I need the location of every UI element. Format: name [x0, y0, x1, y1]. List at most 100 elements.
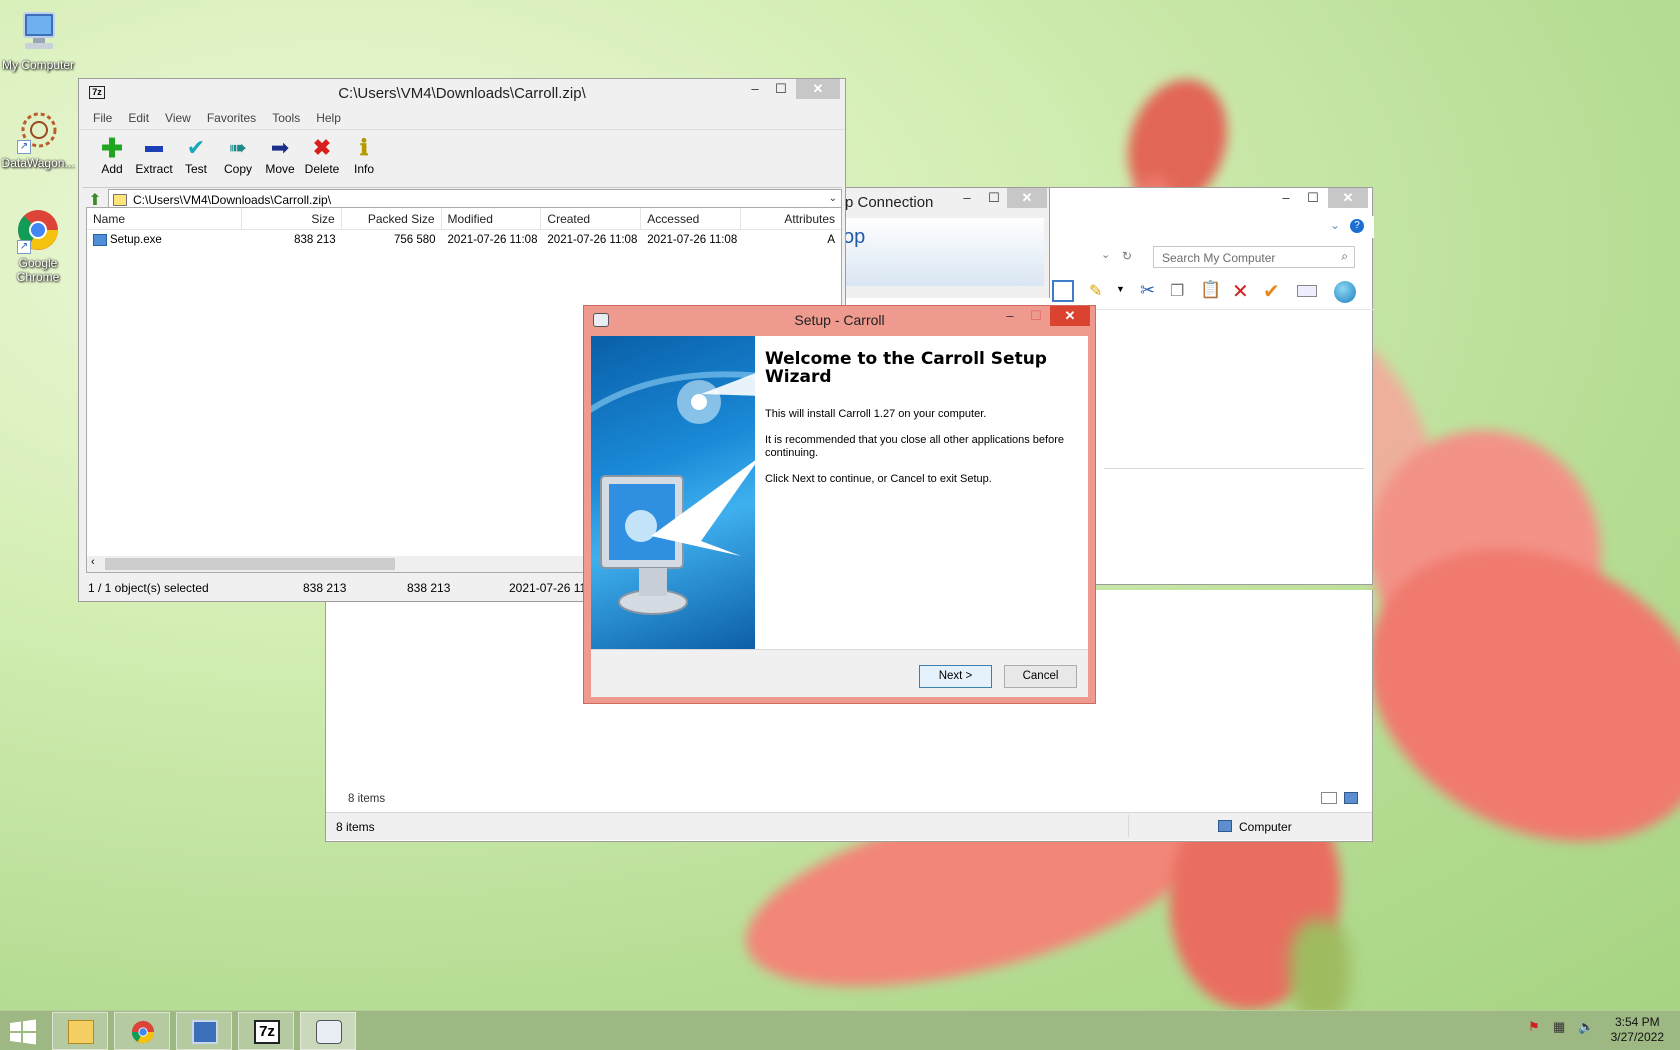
datawagon-icon: ↗ — [15, 108, 61, 154]
column-attributes[interactable]: Attributes — [741, 208, 841, 229]
refresh-icon[interactable]: ↻ — [1122, 249, 1132, 263]
test-button[interactable]: ✔ Test — [175, 130, 217, 187]
column-modified[interactable]: Modified — [442, 208, 542, 229]
menu-favorites[interactable]: Favorites — [207, 111, 256, 125]
extract-button[interactable]: Extract — [133, 130, 175, 187]
menu-edit[interactable]: Edit — [128, 111, 149, 125]
volume-icon[interactable]: 🔈 — [1578, 1019, 1594, 1035]
cut-icon[interactable]: ✂ — [1140, 280, 1155, 301]
chevron-down-icon[interactable]: ⌄ — [829, 193, 837, 204]
checkmark-icon[interactable]: ✔ — [1263, 279, 1280, 304]
wallpaper-stem — [1290, 920, 1350, 1010]
menu-file[interactable]: File — [93, 111, 112, 125]
chevron-down-icon[interactable]: ⌄ — [1330, 218, 1340, 232]
button-label: Extract — [135, 162, 173, 176]
remote-desktop-icon — [192, 1020, 218, 1044]
search-icon[interactable]: ⌕ — [1341, 249, 1348, 264]
taskbar-7zip[interactable]: 7z — [238, 1012, 294, 1050]
taskbar-setup[interactable] — [300, 1012, 356, 1050]
info-button[interactable]: ℹ Info — [343, 130, 385, 187]
close-button[interactable]: ✕ — [796, 79, 840, 99]
move-button[interactable]: ➡ Move — [259, 130, 301, 187]
close-button[interactable]: ✕ — [1328, 188, 1368, 208]
maximize-button[interactable]: ☐ — [1300, 188, 1326, 208]
computer-icon — [1218, 820, 1232, 832]
view-pane-icon[interactable] — [1052, 280, 1074, 302]
search-input[interactable]: Search My Computer ⌕ — [1153, 246, 1355, 268]
desktop-icon-my-computer[interactable]: My Computer — [0, 10, 76, 72]
add-button[interactable]: ✚ Add — [91, 130, 133, 187]
button-label: Copy — [223, 162, 252, 176]
windows-logo-icon — [10, 1019, 36, 1045]
menu-help[interactable]: Help — [316, 111, 341, 125]
minimize-button[interactable]: – — [1273, 188, 1299, 208]
desktop-icon-datawagon[interactable]: ↗ DataWagon... — [0, 108, 76, 170]
menu-view[interactable]: View — [165, 111, 191, 125]
details-view-icon[interactable] — [1321, 792, 1337, 804]
taskbar-chrome[interactable] — [114, 1012, 170, 1050]
taskbar: 7z ⚑ ▦ 🔈 3:54 PM 3/27/2022 — [0, 1010, 1680, 1050]
explorer-statusbar: 8 items Computer — [326, 812, 1372, 840]
chevron-down-icon[interactable]: ⌄ — [1101, 248, 1110, 261]
copy-icon[interactable]: ❐ — [1170, 281, 1184, 301]
close-button[interactable]: ✕ — [1007, 188, 1047, 208]
large-icons-view-icon[interactable] — [1344, 792, 1358, 804]
clock-time: 3:54 PM — [1614, 1015, 1660, 1029]
properties-icon[interactable]: ✎ — [1089, 281, 1102, 301]
scroll-thumb[interactable] — [105, 558, 395, 570]
menu-tools[interactable]: Tools — [272, 111, 300, 125]
delete-icon[interactable]: ✕ — [1232, 279, 1249, 304]
minimize-button[interactable]: – — [997, 306, 1023, 326]
list-header: Name Size Packed Size Modified Created A… — [87, 208, 841, 230]
start-button[interactable] — [8, 1019, 38, 1045]
rename-icon[interactable] — [1297, 285, 1317, 297]
wizard-text: It is recommended that you close all oth… — [765, 434, 1064, 459]
setup-wizard-window: Setup - Carroll – ☐ ✕ Welcome to the Car… — [583, 305, 1096, 704]
minimize-button[interactable]: – — [742, 79, 768, 99]
address-text: C:\Users\VM4\Downloads\Carroll.zip\ — [133, 192, 332, 207]
maximize-button[interactable]: ☐ — [1023, 306, 1049, 326]
maximize-button[interactable]: ☐ — [981, 188, 1007, 208]
table-row[interactable]: Setup.exe 838 213 756 580 2021-07-26 11:… — [87, 230, 841, 250]
column-name[interactable]: Name — [87, 208, 242, 229]
cell-size: 838 213 — [294, 234, 336, 246]
desktop: My Computer ↗ DataWagon... ↗ Google Chro… — [0, 0, 1680, 1010]
paste-icon[interactable]: 📋 — [1200, 280, 1221, 300]
column-created[interactable]: Created — [541, 208, 642, 229]
close-button[interactable]: ✕ — [1050, 306, 1090, 326]
cancel-button[interactable]: Cancel — [1004, 665, 1077, 688]
status-items: 8 items — [336, 820, 375, 834]
check-icon: ✔ — [186, 135, 206, 160]
taskbar-remote-desktop[interactable] — [176, 1012, 232, 1050]
delete-button[interactable]: ✖ Delete — [301, 130, 343, 187]
chevron-down-icon[interactable]: ▼ — [1116, 284, 1125, 294]
globe-icon[interactable] — [1334, 281, 1356, 303]
cell-accessed: 2021-07-26 11:08 — [647, 234, 738, 246]
next-button[interactable]: Next > — [919, 665, 992, 688]
column-size[interactable]: Size — [242, 208, 342, 229]
computer-icon — [15, 10, 61, 56]
minimize-button[interactable]: – — [954, 188, 980, 208]
archive-icon — [113, 193, 127, 206]
shortcut-arrow-icon: ↗ — [17, 140, 31, 154]
divider — [1128, 815, 1129, 837]
desktop-icon-google-chrome[interactable]: ↗ Google Chrome — [0, 208, 76, 284]
window-title: C:\Users\VM4\Downloads\Carroll.zip\ — [338, 85, 586, 102]
maximize-button[interactable]: ☐ — [768, 79, 794, 99]
button-label: Move — [265, 162, 295, 176]
wizard-text: Click Next to continue, or Cancel to exi… — [765, 473, 992, 485]
copy-button[interactable]: ➠ Copy — [217, 130, 259, 187]
column-accessed[interactable]: Accessed — [641, 208, 742, 229]
clock[interactable]: 3:54 PM 3/27/2022 — [1611, 1015, 1664, 1045]
banner-text: op — [843, 226, 866, 248]
network-icon[interactable]: ▦ — [1553, 1019, 1565, 1035]
desktop-icon-label: DataWagon... — [1, 156, 75, 170]
flag-icon[interactable]: ⚑ — [1528, 1019, 1540, 1035]
scroll-left-icon[interactable]: ‹ — [91, 556, 95, 568]
taskbar-file-explorer[interactable] — [52, 1012, 108, 1050]
button-label: Add — [101, 162, 123, 176]
column-packed-size[interactable]: Packed Size — [342, 208, 442, 229]
help-icon[interactable]: ? — [1350, 219, 1364, 233]
toolbar: ✚ Add Extract ✔ Test ➠ Copy ➡ Move ✖ Del… — [79, 129, 845, 187]
remote-banner: op — [839, 218, 1044, 286]
